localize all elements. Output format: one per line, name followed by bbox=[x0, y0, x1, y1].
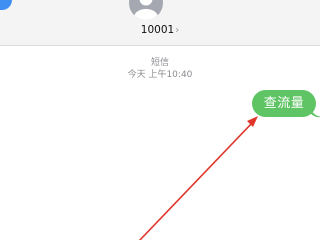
thread-info: 短信 今天 上午10:40 bbox=[0, 57, 320, 81]
chevron-right-icon: › bbox=[175, 25, 180, 36]
contact-name: 10001 bbox=[140, 24, 175, 36]
outgoing-message-bubble[interactable]: 查流量 bbox=[252, 90, 316, 117]
messages-screen: 10001› 短信 今天 上午10:40 查流量 bbox=[0, 0, 320, 240]
back-button[interactable] bbox=[0, 0, 12, 10]
service-label: 短信 bbox=[150, 58, 169, 68]
message-timestamp: 今天 上午10:40 bbox=[127, 70, 193, 80]
bubble-tail bbox=[310, 106, 320, 118]
arrowhead-icon bbox=[247, 116, 258, 127]
contact-name-row[interactable]: 10001› bbox=[0, 23, 320, 38]
contact-avatar[interactable] bbox=[129, 0, 163, 20]
person-silhouette-icon bbox=[134, 0, 158, 20]
conversation-header: 10001› bbox=[0, 0, 320, 46]
